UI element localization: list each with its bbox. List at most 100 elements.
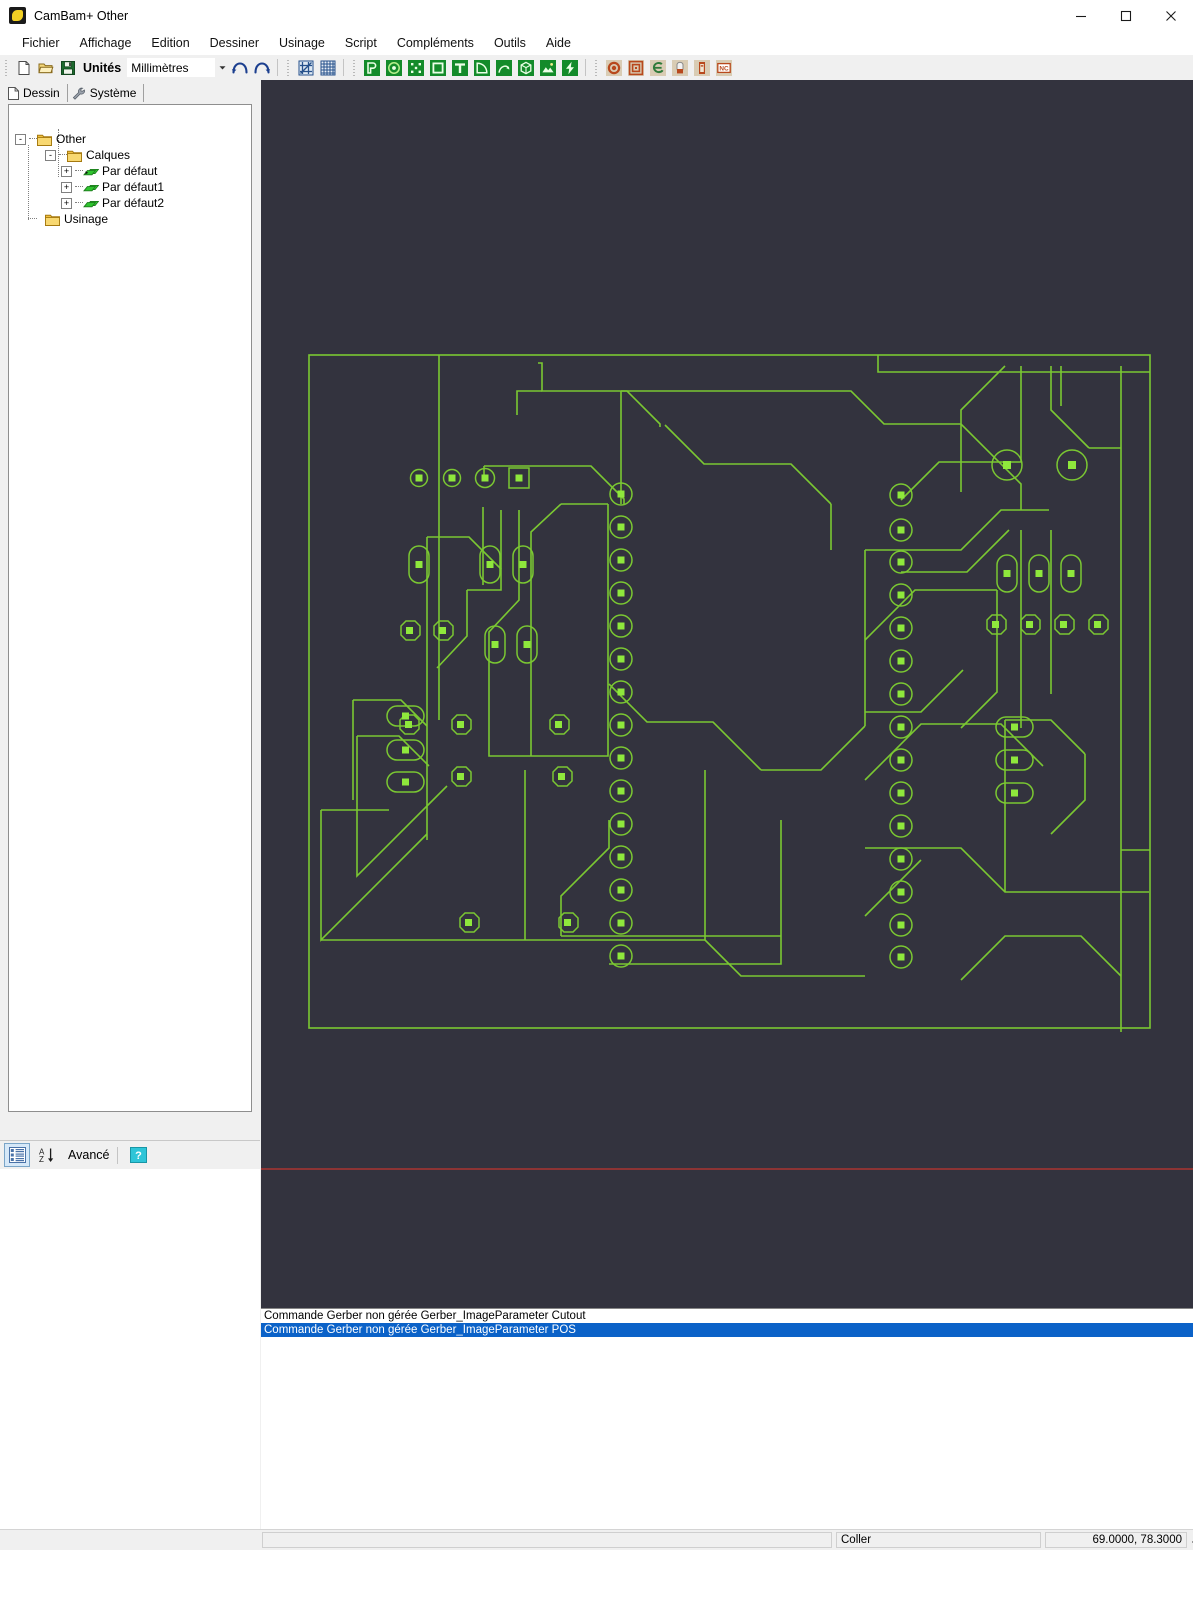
maximize-icon[interactable] [1103,0,1148,31]
main-toolbar: Unités Millimètres NC [0,55,1193,81]
status-coordinates: 69.0000, 78.3000 [1045,1532,1187,1548]
new-file-icon[interactable] [13,57,35,78]
menu-complements[interactable]: Compléments [387,33,484,53]
tab-systeme[interactable]: Système [68,84,145,102]
property-toolbar-separator [117,1146,119,1164]
layer-active-icon [83,164,99,178]
document-icon [8,86,19,100]
tree-dash [75,202,83,204]
help-question-icon[interactable]: ? [126,1144,150,1166]
snap-grid-icon[interactable] [295,57,317,78]
categorized-view-icon[interactable] [4,1143,30,1167]
draw-circle-icon[interactable] [383,57,405,78]
chevron-down-icon[interactable] [215,58,229,77]
machining-pocket-icon[interactable] [625,57,647,78]
tree-connector [28,145,29,220]
layer-icon [83,180,99,194]
tree-expander[interactable]: + [61,181,72,193]
redo-arrow-icon[interactable] [251,57,273,78]
tree-node-label: Par défaut2 [102,196,165,210]
minimize-icon[interactable] [1058,0,1103,31]
quick-action-icon[interactable] [559,57,581,78]
tree-node-label: Calques [86,148,131,162]
machining-3d-icon[interactable] [691,57,713,78]
machining-profile-icon[interactable] [603,57,625,78]
toolbar-grip-3[interactable] [351,58,359,77]
tree-expander[interactable]: + [61,165,72,177]
open-folder-icon[interactable] [35,57,57,78]
folder-icon [67,148,83,162]
tree-node-other[interactable]: - Other [15,131,86,147]
menu-script[interactable]: Script [335,33,387,53]
toolbar-grip-4[interactable] [593,58,601,77]
cambam-logo-icon [9,7,26,24]
tree-dash [59,154,67,156]
menu-dessiner[interactable]: Dessiner [200,33,269,53]
menu-edition[interactable]: Edition [141,33,199,53]
gerber-pcb-drawing [308,354,1151,1032]
draw-text-icon[interactable] [449,57,471,78]
machining-engrave-icon[interactable] [647,57,669,78]
menu-fichier[interactable]: Fichier [12,33,70,53]
draw-surface-icon[interactable] [515,57,537,78]
tab-systeme-label: Système [89,86,137,100]
folder-icon [37,132,53,146]
show-grid-icon[interactable] [317,57,339,78]
menu-aide[interactable]: Aide [536,33,581,53]
close-icon[interactable] [1148,0,1193,31]
resize-grip-icon[interactable] [1189,1533,1193,1547]
project-tree[interactable]: - Other - Calques + Par défaut + Par déf… [8,104,252,1112]
advanced-label[interactable]: Avancé [68,1148,109,1162]
statusbar: Coller 69.0000, 78.3000 [0,1529,1193,1550]
log-row[interactable]: Commande Gerber non gérée Gerber_ImagePa… [261,1323,1193,1337]
svg-text:?: ? [135,1150,142,1162]
tree-node-label: Par défaut [102,164,158,178]
tree-dash [75,186,83,188]
message-log-panel[interactable]: Commande Gerber non gérée Gerber_ImagePa… [261,1308,1193,1529]
property-grid-toolbar: A Z Avancé ? [0,1140,260,1170]
drawing-viewport[interactable] [261,80,1193,1308]
draw-spline-icon[interactable] [493,57,515,78]
tab-dessin-label: Dessin [23,86,60,100]
tab-dessin[interactable]: Dessin [4,84,68,102]
menubar: Fichier Affichage Edition Dessiner Usina… [0,31,1193,55]
status-mode: Coller [836,1532,1041,1548]
units-value[interactable]: Millimètres [127,58,216,77]
menu-outils[interactable]: Outils [484,33,536,53]
tree-node-calques[interactable]: - Calques [45,147,130,163]
tree-node-label: Usinage [64,212,109,226]
menu-usinage[interactable]: Usinage [269,33,335,53]
tree-connector [28,218,37,219]
tree-node-par-defaut2[interactable]: + Par défaut2 [61,195,164,211]
generate-nc-icon[interactable]: NC [713,57,735,78]
toolbar-grip-2[interactable] [285,58,293,77]
svg-text:Z: Z [39,1155,44,1163]
menu-affichage[interactable]: Affichage [70,33,142,53]
toolbar-grip[interactable] [3,58,10,77]
draw-arc-icon[interactable] [471,57,493,78]
tree-node-par-defaut1[interactable]: + Par défaut1 [61,179,164,195]
toolbar-separator-2 [343,59,345,76]
undo-arrow-icon[interactable] [229,57,251,78]
tree-node-usinage[interactable]: Usinage [45,211,108,227]
tree-expander[interactable]: - [15,133,26,145]
draw-polyline-icon[interactable] [361,57,383,78]
machining-drill-icon[interactable] [669,57,691,78]
status-main [262,1532,832,1548]
svg-text:NC: NC [720,65,730,72]
tree-expander[interactable]: + [61,197,72,209]
left-dock-panel: Dessin Système - Other - Calques + Par d… [0,80,260,1609]
tree-expander[interactable]: - [45,149,56,161]
layer-icon [83,196,99,210]
draw-points-icon[interactable] [405,57,427,78]
save-disk-icon[interactable] [57,57,79,78]
draw-rectangle-icon[interactable] [427,57,449,78]
heightmap-icon[interactable] [537,57,559,78]
log-row[interactable]: Commande Gerber non gérée Gerber_ImagePa… [261,1309,1193,1323]
tree-dash [29,138,37,140]
units-label: Unités [83,60,122,75]
tree-node-par-defaut[interactable]: + Par défaut [61,163,157,179]
tree-node-label: Other [56,132,87,146]
window-controls [1058,0,1193,31]
alphabetical-sort-icon[interactable]: A Z [34,1144,58,1166]
